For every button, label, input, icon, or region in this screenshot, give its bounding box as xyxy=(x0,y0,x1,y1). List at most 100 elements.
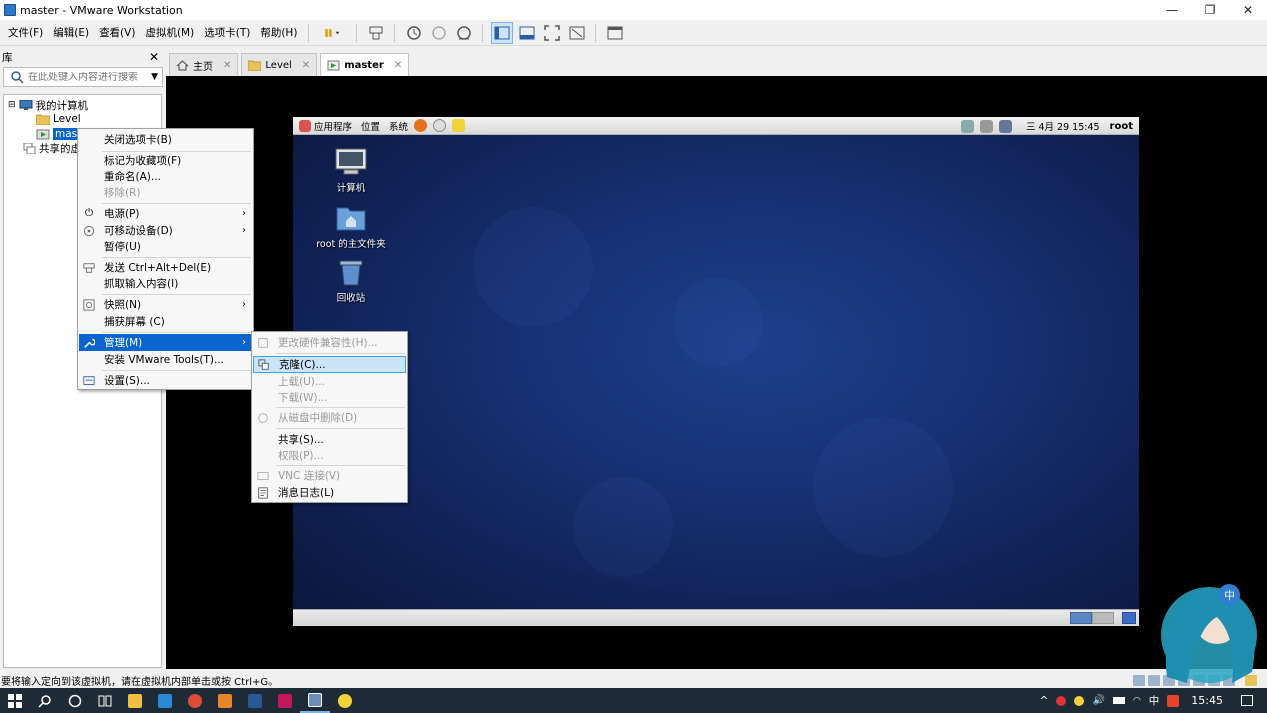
word-icon[interactable] xyxy=(240,688,270,713)
panel-trash-icon[interactable] xyxy=(1122,612,1136,624)
menu-vm[interactable]: 虚拟机(M) xyxy=(140,20,199,46)
library-header: 库 ✕ xyxy=(0,49,163,65)
notification-center-icon[interactable] xyxy=(1241,695,1253,706)
app-icon-yellow[interactable] xyxy=(330,688,360,713)
start-button[interactable] xyxy=(0,688,30,713)
battery-tray-icon[interactable] xyxy=(1112,697,1125,704)
tab-master-close-icon[interactable]: ✕ xyxy=(394,60,402,71)
tab-master[interactable]: master ✕ xyxy=(320,53,410,76)
store-icon[interactable] xyxy=(150,688,180,713)
network-icon[interactable] xyxy=(960,119,974,133)
volume-icon[interactable] xyxy=(979,119,993,133)
tab-level[interactable]: Level ✕ xyxy=(241,53,318,76)
submenu-download[interactable]: 下载(W)... xyxy=(253,389,406,406)
tab-level-close-icon[interactable]: ✕ xyxy=(302,60,310,71)
menu-remove[interactable]: 移除(R) xyxy=(79,184,252,201)
submenu-clone[interactable]: 克隆(C)... xyxy=(253,356,406,373)
chrome-icon[interactable] xyxy=(180,688,210,713)
sogou-ime-icon[interactable] xyxy=(1167,694,1180,707)
submenu-hw-compat[interactable]: 更改硬件兼容性(H)... xyxy=(253,334,406,351)
desktop-icon-computer[interactable]: 计算机 xyxy=(301,147,401,194)
snapshot-icon[interactable] xyxy=(403,22,425,44)
console-view-icon[interactable] xyxy=(604,22,626,44)
menu-separator xyxy=(276,407,405,408)
submenu-upload[interactable]: 上载(U)... xyxy=(253,373,406,390)
workspace-2[interactable] xyxy=(1092,612,1114,624)
maximize-button[interactable]: ❐ xyxy=(1191,0,1229,20)
mail-icon[interactable] xyxy=(433,119,447,132)
menu-rename[interactable]: 重命名(A)... xyxy=(79,168,252,185)
send-ctrl-alt-del-icon[interactable] xyxy=(365,22,387,44)
menu-close-tab[interactable]: 关闭选项卡(B) xyxy=(79,131,252,148)
task-view-icon[interactable] xyxy=(90,688,120,713)
desktop-mascot-image[interactable]: 中 xyxy=(1137,577,1267,683)
notes-icon[interactable] xyxy=(452,119,466,132)
guest-user[interactable]: root xyxy=(1110,121,1133,132)
tray-expand-icon[interactable]: ^ xyxy=(1040,695,1049,707)
update-icon[interactable] xyxy=(998,119,1012,133)
minimize-button[interactable]: — xyxy=(1153,0,1191,20)
close-button[interactable]: ✕ xyxy=(1229,0,1267,20)
search-input[interactable] xyxy=(24,71,152,83)
menu-manage[interactable]: 管理(M) › xyxy=(79,334,252,351)
tree-item-shared[interactable]: 共享的虚 xyxy=(22,141,81,155)
search-icon[interactable] xyxy=(30,688,60,713)
taskbar-clock[interactable]: 15:45 xyxy=(1191,694,1223,707)
guest-desktop[interactable]: 应用程序 位置 系统 三 4月 29 15:45 root 计算机 root 的… xyxy=(293,117,1139,626)
menu-snapshot[interactable]: 快照(N) › xyxy=(79,296,252,313)
library-close-icon[interactable]: ✕ xyxy=(149,50,159,64)
menu-view[interactable]: 查看(V) xyxy=(94,20,140,46)
menu-power[interactable]: ⏻ 电源(P) › xyxy=(79,205,252,222)
collapse-icon[interactable]: ⊟ xyxy=(8,100,16,110)
tab-home-close-icon[interactable]: ✕ xyxy=(223,60,231,71)
guest-clock[interactable]: 三 4月 29 15:45 xyxy=(1026,119,1100,133)
qq-tray-icon[interactable] xyxy=(1056,695,1067,706)
fullscreen-icon[interactable] xyxy=(541,22,563,44)
tree-item-level[interactable]: Level xyxy=(36,112,81,126)
menu-removable-devices[interactable]: 可移动设备(D) › xyxy=(79,222,252,239)
guest-menu-system[interactable]: 系统 xyxy=(389,119,408,133)
tab-home[interactable]: 主页 ✕ xyxy=(169,53,239,76)
volume-tray-icon[interactable]: 🔊 xyxy=(1092,695,1104,706)
menu-settings[interactable]: 设置(S)... xyxy=(79,372,252,389)
menu-help[interactable]: 帮助(H) xyxy=(255,20,302,46)
wifi-tray-icon[interactable]: ◠ xyxy=(1133,696,1141,706)
submenu-delete-disk[interactable]: 从磁盘中删除(D) xyxy=(253,409,406,426)
menu-send-cad[interactable]: 发送 Ctrl+Alt+Del(E) xyxy=(79,259,252,276)
submenu-vnc[interactable]: VNC 连接(V) xyxy=(253,467,406,484)
menu-edit[interactable]: 编辑(E) xyxy=(48,20,94,46)
revert-snapshot-icon[interactable] xyxy=(428,22,450,44)
thumbnail-bar-icon[interactable] xyxy=(516,22,538,44)
ime-indicator[interactable]: 中 xyxy=(1149,693,1160,708)
menu-capture-screen[interactable]: 捕获屏幕 (C) xyxy=(79,313,252,330)
submenu-message-log[interactable]: 消息日志(L) xyxy=(253,484,406,501)
submenu-share[interactable]: 共享(S)... xyxy=(253,431,406,448)
search-dropdown-icon[interactable]: ▼ xyxy=(151,72,158,82)
desktop-icon-trash[interactable]: 回收站 xyxy=(301,257,401,304)
firefox-icon[interactable] xyxy=(414,119,428,132)
menu-tabs[interactable]: 选项卡(T) xyxy=(199,20,255,46)
menu-file[interactable]: 文件(F) xyxy=(3,20,48,46)
unity-icon[interactable] xyxy=(566,22,588,44)
tray-app-icon[interactable] xyxy=(1074,695,1085,706)
menu-favorite[interactable]: 标记为收藏项(F) xyxy=(79,152,252,169)
file-explorer-icon[interactable] xyxy=(120,688,150,713)
tree-label-level: Level xyxy=(53,113,81,125)
submenu-permissions[interactable]: 权限(P)... xyxy=(253,447,406,464)
vmware-taskbar-icon[interactable] xyxy=(300,688,330,713)
menu-grab-input[interactable]: 抓取输入内容(I) xyxy=(79,275,252,292)
guest-menu-apps[interactable]: 应用程序 xyxy=(314,119,352,133)
menu-pause[interactable]: 暂停(U) xyxy=(79,238,252,255)
tree-item-my-computer[interactable]: ⊟ 我的计算机 xyxy=(8,98,88,112)
desktop-icon-home[interactable]: root 的主文件夹 xyxy=(301,203,401,250)
cortana-icon[interactable] xyxy=(60,688,90,713)
pause-vm-button[interactable] xyxy=(317,22,349,44)
app-icon-orange[interactable] xyxy=(210,688,240,713)
snapshot-manager-icon[interactable] xyxy=(453,22,475,44)
guest-menu-places[interactable]: 位置 xyxy=(361,119,380,133)
intellij-icon[interactable] xyxy=(270,688,300,713)
menu-install-tools[interactable]: 安装 VMware Tools(T)... xyxy=(79,351,252,368)
show-library-icon[interactable] xyxy=(490,21,513,44)
folder-icon xyxy=(36,114,50,125)
workspace-1[interactable] xyxy=(1070,612,1092,624)
